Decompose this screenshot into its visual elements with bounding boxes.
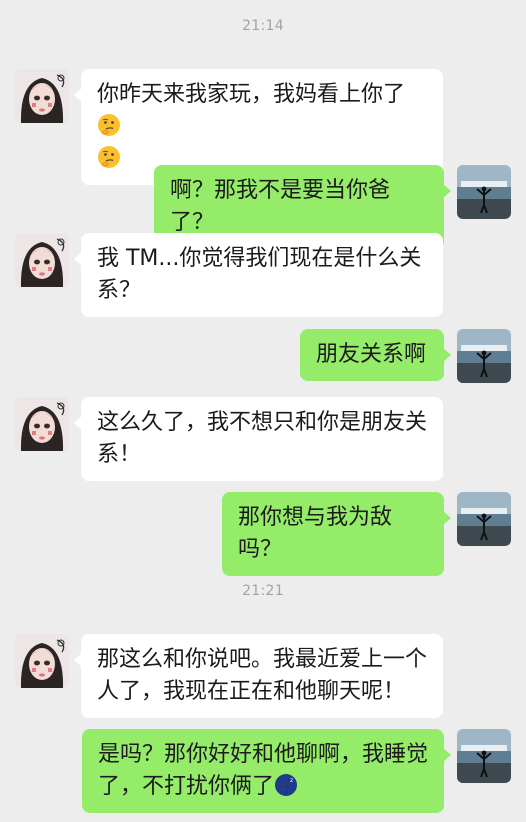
girl-avatar-icon <box>15 69 69 123</box>
my-avatar[interactable] <box>457 329 511 383</box>
message-bubble-sent[interactable]: 朋友关系啊 <box>300 329 451 381</box>
message-text: 这么久了，我不想只和你是朋友关系！ <box>97 410 428 467</box>
message-bubble-received[interactable]: 那这么和你说吧。我最近爱上一个人了，我现在正在和他聊天呢！ <box>74 634 443 718</box>
girl-avatar-icon <box>15 634 69 688</box>
my-avatar[interactable] <box>457 492 511 546</box>
message-bubble-sent[interactable]: 是吗？那你好好和他聊啊，我睡觉了，不打扰你俩了 z <box>82 729 451 813</box>
message-text: 那这么和你说吧。我最近爱上一个人了，我现在正在和他聊天呢！ <box>97 647 428 704</box>
sleeping-moon-face-icon: z <box>275 774 298 796</box>
my-avatar[interactable] <box>457 729 511 783</box>
person-by-sea-avatar-icon <box>457 165 511 219</box>
person-by-sea-avatar-icon <box>457 729 511 783</box>
contact-avatar[interactable] <box>15 634 69 688</box>
message-bubble-received[interactable]: 我 TM...你觉得我们现在是什么关系？ <box>74 233 443 317</box>
contact-avatar[interactable] <box>15 233 69 287</box>
contact-avatar[interactable] <box>15 69 69 123</box>
girl-avatar-icon <box>15 397 69 451</box>
my-avatar[interactable] <box>457 165 511 219</box>
contact-avatar[interactable] <box>15 397 69 451</box>
message-text: 朋友关系啊 <box>316 342 427 367</box>
message-bubble-received[interactable]: 这么久了，我不想只和你是朋友关系！ <box>74 397 443 481</box>
svg-text:z: z <box>290 777 293 784</box>
message-bubble-sent[interactable]: 那你想与我为敌吗？ <box>222 492 451 576</box>
person-by-sea-avatar-icon <box>457 329 511 383</box>
message-text: 啊？那我不是要当你爸了？ <box>170 178 391 235</box>
message-text: 是吗？那你好好和他聊啊，我睡觉了，不打扰你俩了 <box>98 742 429 799</box>
timestamp: 21:21 <box>242 583 284 599</box>
thinking-face-icon <box>98 114 120 136</box>
message-text: 你昨天来我家玩，我妈看上你了 <box>97 82 406 107</box>
girl-avatar-icon <box>15 233 69 287</box>
person-by-sea-avatar-icon <box>457 492 511 546</box>
timestamp: 21:14 <box>242 18 284 34</box>
message-text: 那你想与我为敌吗？ <box>238 505 393 562</box>
message-text: 我 TM...你觉得我们现在是什么关系？ <box>97 246 422 303</box>
thinking-face-icon <box>98 146 120 168</box>
